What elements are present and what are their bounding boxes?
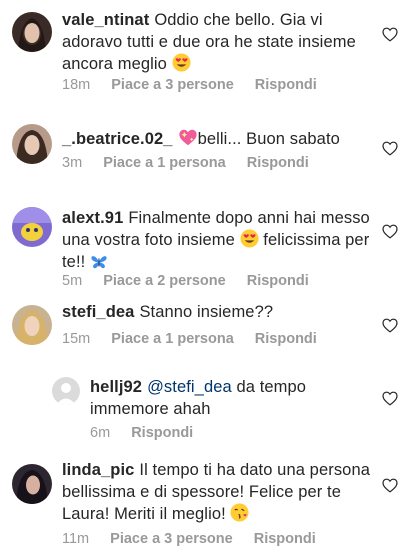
dark-hair-avatar-icon xyxy=(12,12,52,52)
heart-icon[interactable] xyxy=(382,141,398,156)
heart-eyes-emoji xyxy=(172,53,191,72)
user-avatar[interactable] xyxy=(12,464,52,504)
comment-likes-link[interactable]: Piace a 3 persone xyxy=(110,531,233,547)
comment-username[interactable]: linda_pic xyxy=(62,461,134,479)
comment-body: belli... Buon sabato xyxy=(197,130,340,148)
comment-username[interactable]: hellj92 xyxy=(90,378,142,396)
comment-meta: 18m Piace a 3 persone Rispondi xyxy=(62,77,334,93)
mention-link[interactable]: @stefi_dea xyxy=(147,378,232,396)
reply-button[interactable]: Rispondi xyxy=(255,77,317,93)
reply-button[interactable]: Rispondi xyxy=(255,331,317,347)
brown-hair-avatar-icon xyxy=(12,124,52,164)
reply-button[interactable]: Rispondi xyxy=(247,155,309,171)
comment-username[interactable]: _.beatrice.02_ xyxy=(62,130,173,148)
heart-icon[interactable] xyxy=(382,224,398,239)
comment-time: 3m xyxy=(62,155,83,171)
user-avatar[interactable] xyxy=(52,377,80,405)
comment-text: _.beatrice.02_ belli... Buon sabato xyxy=(62,128,382,150)
comment-time: 11m xyxy=(62,531,90,547)
comment-likes-link[interactable]: Piace a 2 persone xyxy=(103,273,226,289)
comment-text: stefi_dea Stanno insieme?? xyxy=(62,301,382,323)
comment-likes-link[interactable]: Piace a 1 persona xyxy=(111,331,234,347)
kiss-emoji xyxy=(230,503,250,522)
comment-time: 15m xyxy=(62,331,91,347)
comment-text: linda_pic Il tempo ti ha dato una persona… xyxy=(62,459,382,525)
comment-username[interactable]: alext.91 xyxy=(62,209,123,227)
comment-username[interactable]: vale_ntinat xyxy=(62,11,149,29)
comment-text: alext.91 Finalmente dopo anni hai messo u… xyxy=(62,207,382,273)
reply-button[interactable]: Rispondi xyxy=(254,531,316,547)
purple-art-avatar-icon xyxy=(12,207,52,247)
heart-eyes-emoji xyxy=(240,229,259,248)
heart-icon[interactable] xyxy=(382,318,398,333)
comment-likes-link[interactable]: Piace a 1 persona xyxy=(103,155,226,171)
user-avatar[interactable] xyxy=(12,207,52,247)
user-avatar[interactable] xyxy=(12,12,52,52)
heart-icon[interactable] xyxy=(382,391,398,406)
default-avatar-icon xyxy=(52,377,80,405)
comment-likes-link[interactable]: Piace a 3 persone xyxy=(111,77,234,93)
comment-meta: 11m Piace a 3 persone Rispondi xyxy=(62,531,333,547)
user-avatar[interactable] xyxy=(12,124,52,164)
heart-icon[interactable] xyxy=(382,478,398,493)
comment-time: 6m xyxy=(90,425,111,441)
blonde-avatar-icon xyxy=(12,305,52,345)
comment-text: vale_ntinat Oddio che bello. Gia vi adora… xyxy=(62,9,382,75)
dark-avatar-icon xyxy=(12,464,52,504)
comment-text: hellj92 @stefi_dea da tempo immemore ahah xyxy=(90,376,370,420)
sparkling-heart-emoji xyxy=(178,128,198,147)
heart-icon[interactable] xyxy=(382,27,398,42)
comment-meta: 3m Piace a 1 persona Rispondi xyxy=(62,155,326,171)
comment-meta: 5m Piace a 2 persone Rispondi xyxy=(62,273,326,289)
comment-username[interactable]: stefi_dea xyxy=(62,303,134,321)
comment-meta: 15m Piace a 1 persona Rispondi xyxy=(62,331,334,347)
comment-meta: 6m Rispondi xyxy=(90,425,210,441)
comment-body: Stanno insieme?? xyxy=(139,303,274,321)
user-avatar[interactable] xyxy=(12,305,52,345)
comment-time: 18m xyxy=(62,77,91,93)
blue-butterfly-emoji xyxy=(90,254,108,270)
reply-button[interactable]: Rispondi xyxy=(247,273,309,289)
comment-time: 5m xyxy=(62,273,83,289)
reply-button[interactable]: Rispondi xyxy=(131,425,193,441)
